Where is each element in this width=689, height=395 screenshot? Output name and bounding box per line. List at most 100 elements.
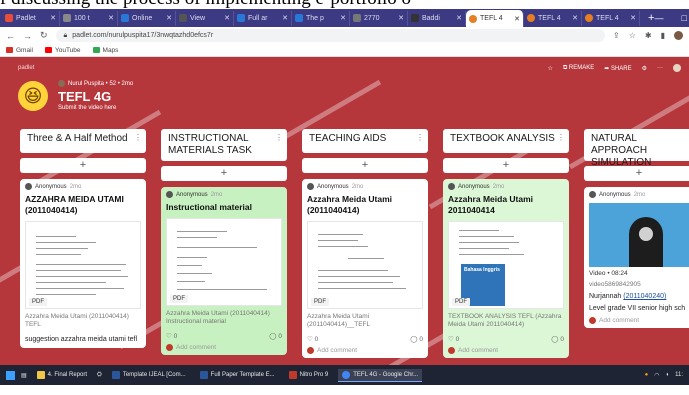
- column-menu-icon[interactable]: ⋮: [134, 132, 142, 144]
- reload-icon[interactable]: ↻: [40, 30, 48, 41]
- star-icon[interactable]: ☆: [548, 65, 553, 72]
- play-icon[interactable]: [639, 227, 653, 241]
- browser-tab[interactable]: View ✕: [176, 10, 234, 26]
- toolbar-icons: ⇪ ☆ ✱ ▮: [613, 31, 683, 40]
- column-menu-icon[interactable]: ⋮: [416, 132, 424, 144]
- add-post-button[interactable]: +: [302, 158, 428, 173]
- column-header: TEACHING AIDS ⋮: [302, 129, 428, 153]
- close-tab-icon[interactable]: ✕: [456, 14, 462, 22]
- remake-button[interactable]: ⧉ REMAKE: [563, 65, 594, 72]
- bookmark-maps[interactable]: Maps: [92, 47, 118, 54]
- add-post-button[interactable]: +: [161, 166, 287, 181]
- browser-tab[interactable]: Full ar ✕: [234, 10, 292, 26]
- like-button[interactable]: ♡ 0: [307, 335, 318, 343]
- close-tab-icon[interactable]: ✕: [108, 14, 114, 22]
- close-tab-icon[interactable]: ✕: [514, 15, 520, 23]
- close-tab-icon[interactable]: ✕: [572, 14, 578, 22]
- taskbar-item[interactable]: Full Paper Template E...: [196, 369, 279, 381]
- browser-tab[interactable]: Baddi ✕: [408, 10, 466, 26]
- pdf-preview[interactable]: PDF: [307, 221, 423, 309]
- close-tab-icon[interactable]: ✕: [224, 14, 230, 22]
- taskbar-item[interactable]: Nitro Pro 9: [285, 369, 333, 381]
- add-post-button[interactable]: +: [20, 158, 146, 173]
- post-card[interactable]: Anonymous 2mo Video • 08:24 video58698429…: [584, 187, 689, 328]
- like-count: 0: [314, 336, 319, 343]
- browser-tab[interactable]: Padlet ✕: [2, 10, 60, 26]
- add-comment-field[interactable]: Add comment: [448, 347, 564, 354]
- browser-tab[interactable]: TEFL 4 ✕: [582, 10, 640, 26]
- close-tab-icon[interactable]: ✕: [630, 14, 636, 22]
- add-comment-field[interactable]: Add comment: [307, 347, 423, 354]
- avatar: [58, 80, 65, 87]
- close-tab-icon[interactable]: ✕: [50, 14, 56, 22]
- bookmark-gmail[interactable]: Gmail: [6, 47, 33, 54]
- taskbar-item[interactable]: 4. Final Report: [33, 369, 91, 381]
- taskbar-item[interactable]: Template IJEAL [Com...: [108, 369, 190, 381]
- column-menu-icon[interactable]: ⋮: [275, 132, 283, 144]
- close-tab-icon[interactable]: ✕: [166, 14, 172, 22]
- windows-start-icon[interactable]: [6, 370, 15, 380]
- comment-count-value: 0: [419, 336, 423, 343]
- pdf-preview[interactable]: PDF: [166, 218, 282, 306]
- more-icon[interactable]: ···: [657, 65, 663, 71]
- video-thumbnail[interactable]: [589, 203, 689, 267]
- maximize-icon[interactable]: □: [681, 13, 686, 24]
- share-button[interactable]: ➦ SHARE: [604, 65, 631, 72]
- volume-icon[interactable]: ◖: [665, 372, 669, 378]
- search-icon[interactable]: ▤: [21, 372, 27, 379]
- column-three-half-method: Three & A Half Method ⋮ + Anonymous 2mo AZ…: [20, 129, 146, 348]
- extensions-icon[interactable]: ✱: [645, 31, 652, 40]
- comment-count-value: 0: [560, 336, 564, 343]
- pdf-preview[interactable]: PDF: [25, 221, 141, 309]
- close-tab-icon[interactable]: ✕: [340, 14, 346, 22]
- share-icon[interactable]: ⇪: [613, 31, 620, 40]
- post-card[interactable]: Anonymous 2mo Instructional material PDF …: [161, 187, 287, 355]
- url-text: padlet.com/nurulpuspita17/3nwqtazhd0efcs…: [72, 32, 214, 39]
- pdf-badge: PDF: [452, 298, 470, 306]
- clock[interactable]: 11:: [675, 372, 683, 378]
- browser-tab-active[interactable]: TEFL 4 ✕: [466, 10, 524, 27]
- share-label: SHARE: [610, 65, 632, 72]
- browser-tab[interactable]: 100 t ✕: [60, 10, 118, 26]
- post-time: 2mo: [633, 191, 646, 198]
- minimize-icon[interactable]: —: [654, 13, 663, 24]
- pdf-preview[interactable]: Bahasa Inggris PDF: [448, 221, 564, 309]
- browser-tab[interactable]: 2770 ✕: [350, 10, 408, 26]
- close-tab-icon[interactable]: ✕: [282, 14, 288, 22]
- avatar: [307, 183, 314, 190]
- gear-icon[interactable]: ⚙: [642, 65, 647, 72]
- padlet-favicon-icon: [585, 14, 593, 22]
- add-comment-field[interactable]: Add comment: [589, 317, 689, 324]
- column-menu-icon[interactable]: ⋮: [557, 132, 565, 144]
- post-card[interactable]: Anonymous 2mo AZZAHRA MEIDA UTAMI (201104…: [20, 179, 146, 348]
- wifi-icon[interactable]: ◠: [654, 372, 659, 379]
- close-tab-icon[interactable]: ✕: [398, 14, 404, 22]
- taskbar-label: Nitro Pro 9: [299, 372, 329, 378]
- bookmark-youtube[interactable]: YouTube: [44, 47, 81, 54]
- tab-label: TEFL 4: [480, 15, 503, 22]
- url-field[interactable]: 🔒︎ padlet.com/nurulpuspita17/3nwqtazhd0ef…: [55, 29, 606, 42]
- add-comment-label: Add comment: [176, 344, 217, 351]
- like-button[interactable]: ♡ 0: [448, 335, 459, 343]
- add-post-button[interactable]: +: [443, 158, 569, 173]
- star-icon[interactable]: ☆: [629, 31, 636, 40]
- browser-tab[interactable]: Online ✕: [118, 10, 176, 26]
- back-icon[interactable]: ←: [6, 31, 15, 41]
- like-button[interactable]: ♡ 0: [166, 332, 177, 340]
- profile-icon[interactable]: [674, 31, 683, 40]
- browser-tab[interactable]: TEFL 4 ✕: [524, 10, 582, 26]
- browser-tab[interactable]: The p ✕: [292, 10, 350, 26]
- forward-icon[interactable]: →: [23, 31, 32, 41]
- add-comment-field[interactable]: Add comment: [166, 344, 282, 351]
- sidepanel-icon[interactable]: ▮: [661, 31, 665, 40]
- post-card[interactable]: Anonymous 2mo Azzahra Meida Utami (201104…: [302, 179, 428, 358]
- column-title: TEXTBOOK ANALYSIS: [450, 133, 555, 144]
- avatar: [589, 191, 596, 198]
- app-icon[interactable]: ⛭: [97, 372, 102, 379]
- avatar[interactable]: [673, 64, 681, 72]
- tray-app-icon[interactable]: ●: [645, 372, 649, 378]
- post-card[interactable]: Anonymous 2mo Azzahra Meida Utami 2011040…: [443, 179, 569, 358]
- padlet-brand[interactable]: padlet: [18, 65, 34, 71]
- taskbar-item-active[interactable]: TEFL 4G - Google Chr...: [338, 368, 423, 382]
- comment-count: ◯ 0: [410, 336, 423, 343]
